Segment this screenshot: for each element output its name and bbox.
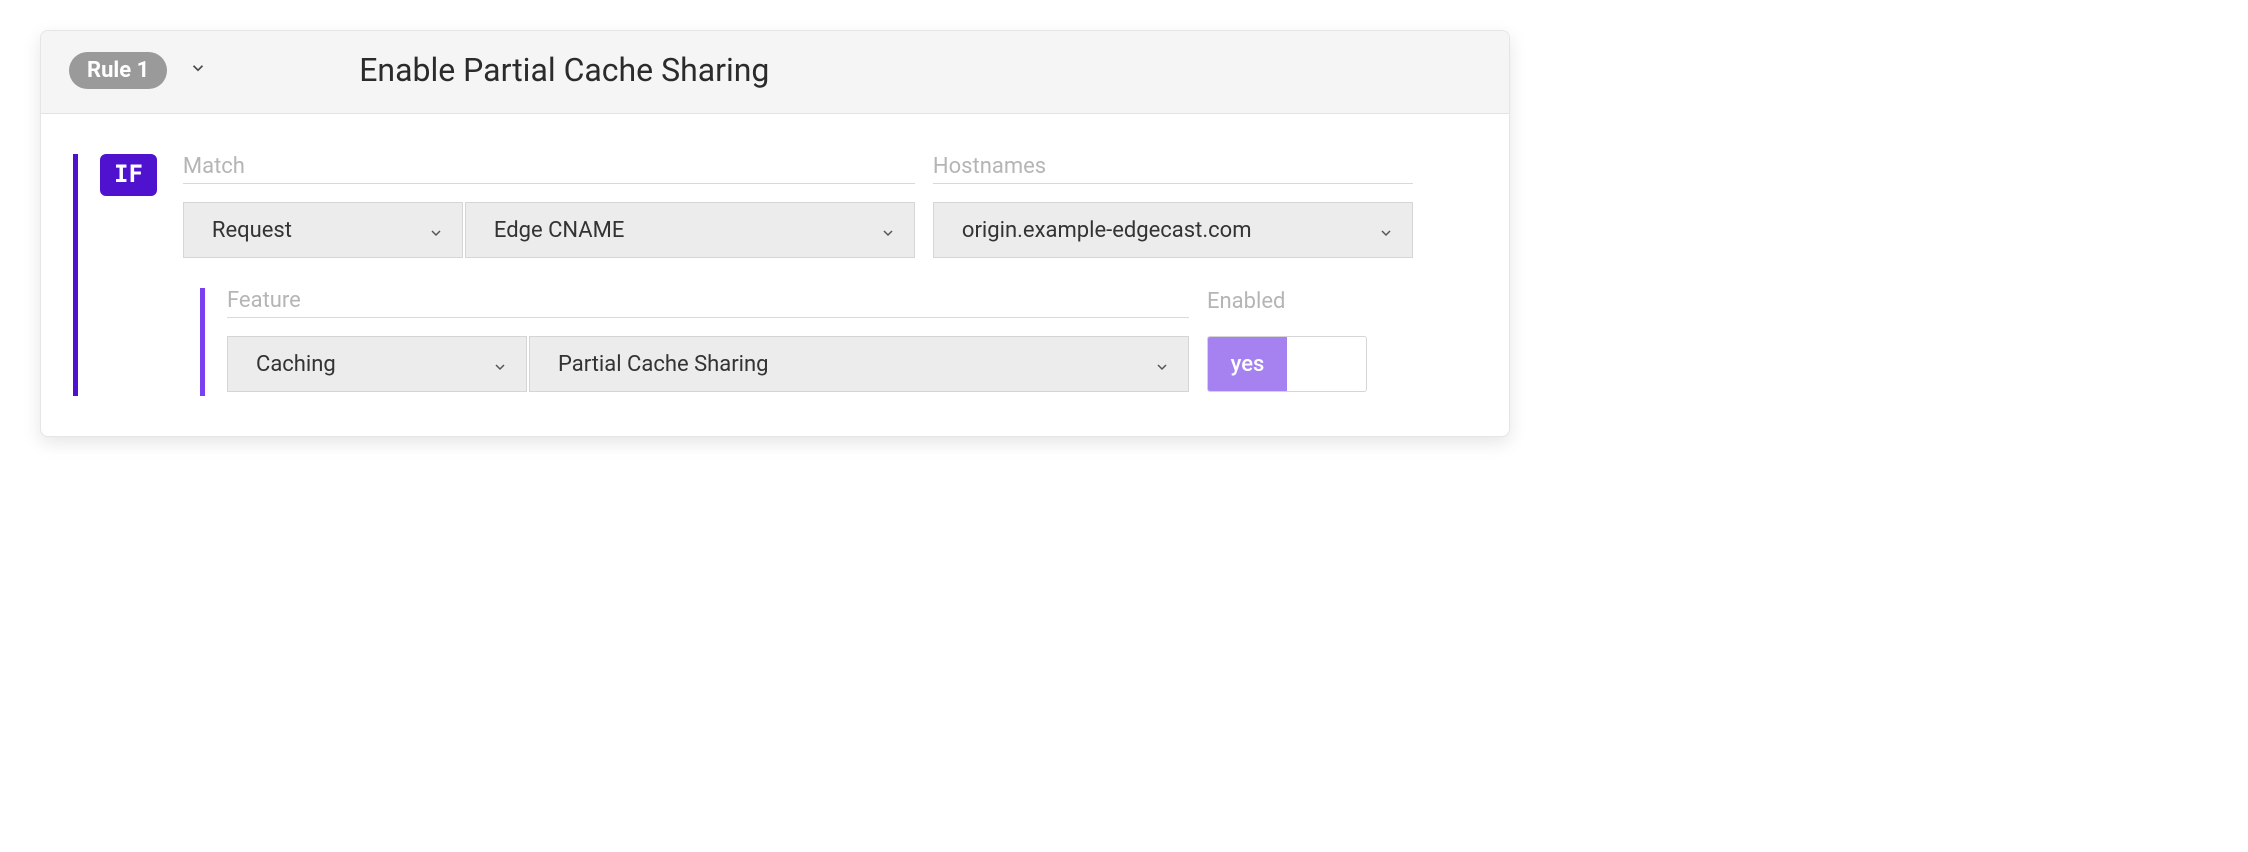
- feature-block: Feature Caching Partial Cache Sharing: [200, 288, 1477, 396]
- feature-name-select[interactable]: Partial Cache Sharing: [529, 336, 1189, 392]
- chevron-down-icon: [428, 222, 444, 238]
- collapse-toggle[interactable]: [189, 61, 207, 79]
- rule-header: Rule 1 Enable Partial Cache Sharing: [41, 31, 1509, 114]
- chevron-down-icon: [1154, 356, 1170, 372]
- enabled-group: Enabled yes: [1207, 289, 1367, 392]
- feature-row: Feature Caching Partial Cache Sharing: [227, 288, 1477, 392]
- chevron-down-icon: [189, 59, 207, 81]
- chevron-down-icon: [1378, 222, 1394, 238]
- if-row: IF Match Request Edge CNAME: [100, 154, 1477, 258]
- match-property-value: Edge CNAME: [494, 218, 624, 243]
- toggle-off: [1287, 337, 1366, 391]
- hostname-value: origin.example-edgecast.com: [962, 218, 1252, 243]
- feature-category-select[interactable]: Caching: [227, 336, 527, 392]
- match-group: Match Request Edge CNAME: [183, 154, 915, 258]
- hostnames-group: Hostnames origin.example-edgecast.com: [933, 154, 1413, 258]
- chevron-down-icon: [880, 222, 896, 238]
- feature-label: Feature: [227, 288, 1189, 318]
- if-tag: IF: [100, 154, 157, 196]
- match-label: Match: [183, 154, 915, 184]
- hostnames-label: Hostnames: [933, 154, 1413, 184]
- enabled-toggle[interactable]: yes: [1207, 336, 1367, 392]
- match-category-select[interactable]: Request: [183, 202, 463, 258]
- rule-badge: Rule 1: [69, 52, 167, 89]
- hostname-select[interactable]: origin.example-edgecast.com: [933, 202, 1413, 258]
- enabled-label: Enabled: [1207, 289, 1367, 318]
- feature-category-value: Caching: [256, 352, 336, 377]
- rule-body: IF Match Request Edge CNAME: [41, 114, 1509, 436]
- feature-group: Feature Caching Partial Cache Sharing: [227, 288, 1189, 392]
- match-category-value: Request: [212, 218, 292, 243]
- rule-card: Rule 1 Enable Partial Cache Sharing IF M…: [40, 30, 1510, 437]
- chevron-down-icon: [492, 356, 508, 372]
- rule-title: Enable Partial Cache Sharing: [359, 51, 769, 89]
- match-property-select[interactable]: Edge CNAME: [465, 202, 915, 258]
- toggle-on: yes: [1208, 337, 1287, 391]
- condition-block: IF Match Request Edge CNAME: [73, 154, 1477, 396]
- feature-name-value: Partial Cache Sharing: [558, 352, 769, 377]
